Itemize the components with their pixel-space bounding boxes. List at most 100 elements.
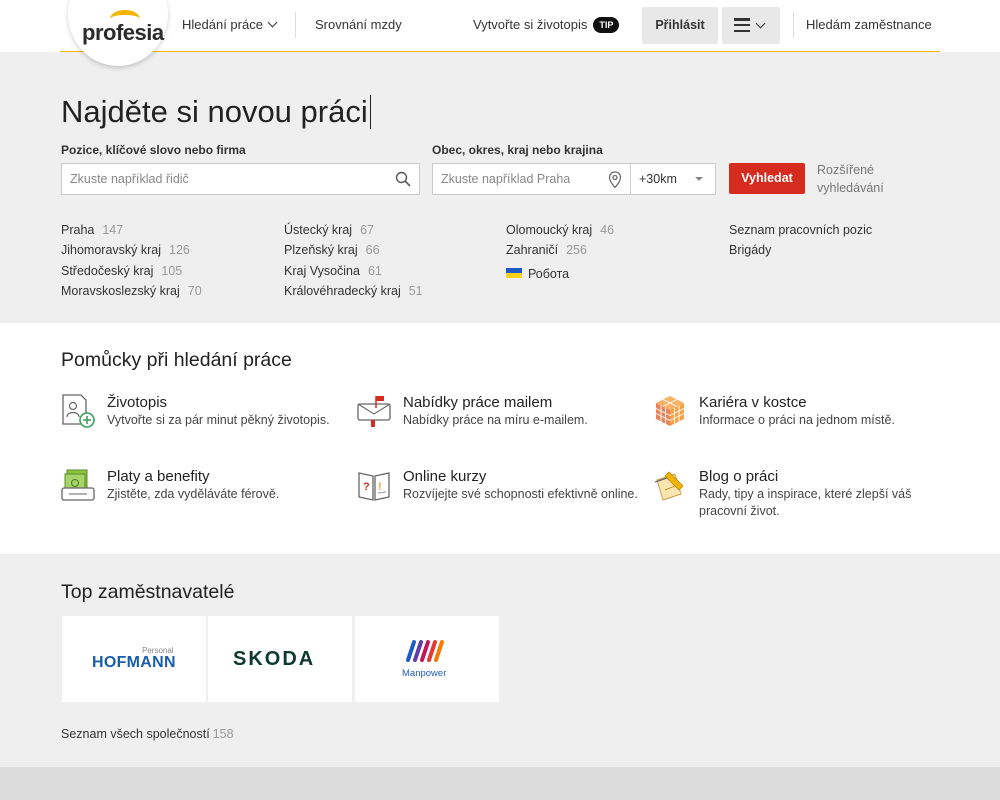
cube-icon	[655, 396, 685, 426]
brigady-link[interactable]: Brigády	[729, 240, 872, 260]
ukraine-flag-icon	[506, 268, 522, 279]
top-employers: Top zaměstnavatelé Personal HOFMANN SKOD…	[0, 554, 1000, 767]
cv-icon	[62, 394, 95, 428]
location-pin-icon[interactable]	[608, 171, 622, 189]
region-link[interactable]: Plzeňský kraj 66	[284, 240, 423, 260]
region-name: Moravskoslezský kraj	[61, 283, 180, 298]
region-link[interactable]: Ústecký kraj 67	[284, 220, 423, 240]
advanced-search-link[interactable]: Rozšířené vyhledávání	[817, 161, 897, 197]
tool-description: Rady, tipy a inspirace, které zlepší váš…	[699, 487, 912, 518]
all-companies-label: Seznam všech společností	[61, 727, 210, 741]
region-link[interactable]: Královéhradecký kraj 51	[284, 281, 423, 301]
nav-create-cv[interactable]: Vytvořte si životopis TIP	[473, 0, 620, 50]
region-name: Královéhradecký kraj	[284, 283, 401, 298]
skoda-logo: SKODA	[233, 648, 316, 670]
tool-title: Blog o práci	[699, 468, 779, 485]
region-link[interactable]: Praha 147	[61, 220, 202, 240]
page-title-text: Najděte si novou práci	[61, 94, 368, 129]
nav-job-search-label: Hledání práce	[182, 17, 263, 32]
nav-create-cv-label: Vytvořte si životopis	[473, 17, 588, 32]
nav-employers[interactable]: Hledám zaměstnance	[806, 0, 932, 50]
tool-title: Životopis	[107, 394, 168, 411]
logo-text: profesia	[82, 20, 164, 45]
region-name: Olomoucký kraj	[506, 223, 593, 237]
all-companies-count: 158	[212, 727, 234, 741]
tools-title: Pomůcky při hledání práce	[61, 349, 292, 371]
radius-select[interactable]: +30km	[630, 163, 716, 195]
tool-description: Zjistěte, zda vyděláváte férově.	[107, 487, 280, 501]
svg-text:?: ?	[363, 481, 370, 493]
hofmann-logo: HOFMANN	[92, 654, 176, 671]
nav-divider	[793, 12, 794, 38]
region-name: Praha	[61, 223, 95, 237]
region-name: Plzeňský kraj	[284, 243, 358, 258]
region-link[interactable]: Kraj Vysočina 61	[284, 261, 423, 281]
search-button[interactable]: Vyhledat	[729, 163, 805, 194]
location-field[interactable]	[432, 163, 631, 195]
search-hero: Najděte si novou práci Pozice, klíčové s…	[0, 52, 1000, 323]
region-count: 51	[408, 283, 423, 298]
region-count: 147	[102, 223, 124, 237]
region-link[interactable]: Zahraničí 256	[506, 240, 614, 260]
job-positions-link[interactable]: Seznam pracovních pozic	[729, 220, 872, 240]
employer-card-skoda[interactable]: SKODA	[208, 616, 352, 702]
svg-text:!: !	[378, 481, 382, 493]
region-column: Ústecký kraj 67 Plzeňský kraj 66 Kraj Vyso…	[284, 220, 423, 301]
nav-divider	[295, 12, 296, 38]
salary-icon	[61, 469, 95, 501]
region-column: Olomoucký kraj 46 Zahraničí 256 Робота	[506, 220, 614, 284]
employers-title: Top zaměstnavatelé	[61, 581, 235, 603]
dropdown-arrow-icon	[695, 177, 703, 181]
nav-job-search[interactable]: Hledání práce	[182, 0, 278, 50]
employer-card-manpower[interactable]: Manpower	[355, 616, 499, 702]
profesia-logo[interactable]: profesia	[82, 10, 164, 50]
ukraine-jobs-link[interactable]: Робота	[506, 264, 614, 284]
region-count: 46	[600, 223, 615, 237]
employer-card-hofmann[interactable]: Personal HOFMANN	[62, 616, 206, 702]
tool-title: Online kurzy	[403, 468, 487, 485]
region-count: 67	[360, 223, 374, 237]
region-column: Praha 147 Jihomoravský kraj 126 Středočesk…	[61, 220, 202, 301]
manpower-mark-icon	[406, 640, 444, 662]
chevron-down-icon	[267, 17, 278, 28]
tool-description: Vytvořte si za pár minut pěkný životopis…	[107, 413, 330, 427]
page-footer	[0, 767, 1000, 800]
link-label: Brigády	[729, 243, 772, 258]
region-link[interactable]: Jihomoravský kraj 126	[61, 240, 202, 260]
position-label: Pozice, klíčové slovo nebo firma	[61, 143, 246, 157]
blog-icon	[654, 471, 684, 501]
radius-value: +30km	[639, 172, 677, 186]
chevron-down-icon	[755, 18, 766, 29]
manpower-logo: Manpower	[402, 668, 447, 679]
tip-badge: TIP	[593, 17, 620, 33]
book-icon: ? !	[358, 472, 390, 501]
login-button[interactable]: Přihlásit	[642, 7, 718, 44]
menu-button[interactable]	[722, 7, 780, 44]
region-count: 256	[566, 243, 587, 258]
page-title: Najděte si novou práci	[61, 94, 371, 131]
region-link[interactable]: Moravskoslezský kraj 70	[61, 281, 202, 301]
region-name: Ústecký kraj	[284, 223, 353, 237]
text-caret	[369, 94, 371, 129]
region-count: 61	[367, 263, 382, 278]
position-field[interactable]	[61, 163, 420, 195]
all-companies-link[interactable]: Seznam všech společností 158	[61, 727, 234, 741]
link-label: Seznam pracovních pozic	[729, 223, 873, 237]
nav-salary-compare[interactable]: Srovnání mzdy	[315, 0, 402, 50]
search-icon[interactable]	[395, 171, 411, 187]
region-name: Робота	[528, 266, 570, 281]
position-input[interactable]	[62, 164, 419, 194]
tool-title: Kariéra v kostce	[699, 394, 807, 411]
region-name: Kraj Vysočina	[284, 263, 360, 278]
region-link[interactable]: Olomoucký kraj 46	[506, 220, 614, 240]
region-link[interactable]: Středočeský kraj 105	[61, 261, 202, 281]
location-input[interactable]	[433, 164, 630, 194]
region-count: 105	[161, 263, 183, 278]
tool-title: Platy a benefity	[107, 468, 210, 485]
region-name: Zahraničí	[506, 243, 559, 258]
tool-description: Informace o práci na jednom místě.	[699, 413, 895, 427]
region-column: Seznam pracovních pozic Brigády	[729, 220, 872, 261]
nav-employers-label: Hledám zaměstnance	[806, 17, 932, 32]
mailbox-icon	[357, 396, 391, 427]
region-count: 126	[169, 243, 190, 258]
